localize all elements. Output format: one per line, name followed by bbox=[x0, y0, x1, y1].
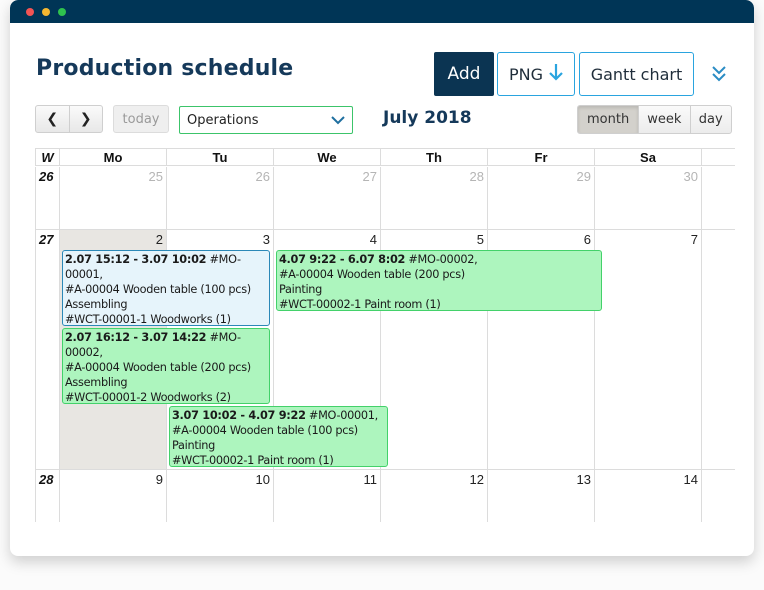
day-cell[interactable]: 13 bbox=[487, 470, 594, 522]
day-cell[interactable]: 28 bbox=[380, 167, 487, 229]
day-number[interactable]: 12 bbox=[470, 472, 484, 487]
event-order: #MO-00001, bbox=[308, 409, 378, 422]
day-number[interactable]: 14 bbox=[684, 472, 698, 487]
double-chevron-down-icon[interactable] bbox=[708, 62, 730, 84]
day-cell[interactable]: 25 bbox=[59, 167, 166, 229]
event-time: 2.07 15:12 - 3.07 10:02 bbox=[65, 253, 207, 266]
png-export-button[interactable]: PNG bbox=[497, 52, 575, 96]
week-column-header: W bbox=[35, 149, 59, 166]
view-day-button[interactable]: day bbox=[689, 106, 731, 133]
minimize-window-icon[interactable] bbox=[42, 8, 50, 16]
view-switcher: month week day bbox=[577, 105, 732, 134]
event-time: 2.07 16:12 - 3.07 14:22 bbox=[65, 331, 207, 344]
day-header: Mo bbox=[59, 149, 166, 166]
select-value: Operations bbox=[187, 112, 259, 128]
app-window: Production schedule Add PNG Gantt chart … bbox=[10, 0, 754, 556]
schedule-type-select[interactable]: Operations bbox=[179, 106, 353, 134]
day-cell[interactable]: 9 bbox=[59, 470, 166, 522]
png-label: PNG bbox=[508, 64, 543, 84]
event-article: #A-00004 Wooden table (200 pcs) bbox=[279, 268, 465, 281]
day-cell[interactable]: 29 bbox=[487, 167, 594, 229]
current-month-title: July 2018 bbox=[383, 108, 472, 128]
day-cell[interactable] bbox=[701, 230, 735, 469]
download-arrow-icon bbox=[549, 62, 563, 86]
week-number: 28 bbox=[35, 470, 59, 522]
event-workcenter: #WCT-00001-2 Woodworks (2) bbox=[65, 391, 231, 404]
event-article: #A-00004 Wooden table (100 pcs) bbox=[172, 424, 358, 437]
event-workcenter: #WCT-00002-1 Paint room (1) bbox=[172, 454, 334, 467]
day-cell[interactable]: 27 bbox=[273, 167, 380, 229]
calendar-header-row: W Mo Tu We Th Fr Sa bbox=[35, 148, 735, 166]
event-operation: Painting bbox=[279, 283, 323, 296]
event-article: #A-00004 Wooden table (100 pcs) bbox=[65, 283, 251, 296]
day-cell[interactable]: 26 bbox=[166, 167, 273, 229]
day-header: Th bbox=[380, 149, 487, 166]
week-row: 28 9 10 11 12 13 14 bbox=[35, 470, 735, 522]
today-button[interactable]: today bbox=[113, 105, 169, 133]
event-operation: Assembling bbox=[65, 298, 128, 311]
calendar-event[interactable]: 2.07 15:12 - 3.07 10:02 #MO-00001, #A-00… bbox=[62, 250, 270, 326]
day-number[interactable]: 6 bbox=[584, 232, 591, 247]
week-row: 26 25 26 27 28 29 30 bbox=[35, 167, 735, 230]
day-number[interactable]: 27 bbox=[363, 169, 377, 184]
prev-next-group: ❮ ❯ bbox=[35, 105, 103, 133]
day-header: Sa bbox=[594, 149, 701, 166]
next-button[interactable]: ❯ bbox=[68, 106, 103, 132]
day-number[interactable]: 3 bbox=[263, 232, 270, 247]
event-article: #A-00004 Wooden table (200 pcs) bbox=[65, 361, 251, 374]
view-week-button[interactable]: week bbox=[638, 106, 689, 133]
day-number[interactable]: 10 bbox=[256, 472, 270, 487]
day-number[interactable]: 2 bbox=[156, 232, 163, 247]
event-order: #MO-00002, bbox=[408, 253, 478, 266]
day-number[interactable]: 13 bbox=[577, 472, 591, 487]
day-cell[interactable]: 12 bbox=[380, 470, 487, 522]
day-number[interactable]: 26 bbox=[256, 169, 270, 184]
prev-button[interactable]: ❮ bbox=[36, 106, 69, 132]
day-cell[interactable]: 11 bbox=[273, 470, 380, 522]
day-number[interactable]: 25 bbox=[149, 169, 163, 184]
day-cell[interactable] bbox=[701, 167, 735, 229]
day-number[interactable]: 30 bbox=[684, 169, 698, 184]
gantt-chart-button[interactable]: Gantt chart bbox=[579, 52, 694, 96]
event-workcenter: #WCT-00001-1 Woodworks (1) bbox=[65, 313, 231, 326]
view-month-button[interactable]: month bbox=[578, 106, 639, 133]
week-number: 26 bbox=[35, 167, 59, 229]
day-number[interactable]: 11 bbox=[364, 472, 378, 487]
event-workcenter: #WCT-00002-1 Paint room (1) bbox=[279, 298, 441, 311]
day-header bbox=[701, 149, 735, 166]
event-operation: Painting bbox=[172, 439, 216, 452]
day-number[interactable]: 4 bbox=[370, 232, 377, 247]
day-number[interactable]: 5 bbox=[477, 232, 484, 247]
day-header: We bbox=[273, 149, 380, 166]
event-operation: Assembling bbox=[65, 376, 128, 389]
day-cell[interactable]: 10 bbox=[166, 470, 273, 522]
event-time: 3.07 10:02 - 4.07 9:22 bbox=[172, 409, 306, 422]
day-cell[interactable] bbox=[701, 470, 735, 522]
page-title: Production schedule bbox=[36, 56, 294, 81]
maximize-window-icon[interactable] bbox=[58, 8, 66, 16]
calendar-event[interactable]: 2.07 16:12 - 3.07 14:22 #MO-00002, #A-00… bbox=[62, 328, 270, 404]
week-number: 27 bbox=[35, 230, 59, 469]
calendar-event[interactable]: 3.07 10:02 - 4.07 9:22 #MO-00001, #A-000… bbox=[169, 406, 388, 467]
close-window-icon[interactable] bbox=[26, 8, 34, 16]
day-number[interactable]: 28 bbox=[470, 169, 484, 184]
event-time: 4.07 9:22 - 6.07 8:02 bbox=[279, 253, 406, 266]
calendar-event[interactable]: 4.07 9:22 - 6.07 8:02 #MO-00002, #A-0000… bbox=[276, 250, 602, 311]
day-header: Fr bbox=[487, 149, 594, 166]
chevron-down-icon bbox=[330, 114, 346, 130]
add-button[interactable]: Add bbox=[434, 52, 494, 96]
day-cell[interactable]: 7 bbox=[594, 230, 701, 469]
day-cell[interactable]: 30 bbox=[594, 167, 701, 229]
day-number[interactable]: 7 bbox=[691, 232, 698, 247]
month-calendar: W Mo Tu We Th Fr Sa 26 25 26 27 28 29 30 27 2 3 4 5… bbox=[35, 148, 735, 522]
day-number[interactable]: 9 bbox=[156, 472, 163, 487]
day-cell[interactable]: 14 bbox=[594, 470, 701, 522]
day-number[interactable]: 29 bbox=[577, 169, 591, 184]
day-header: Tu bbox=[166, 149, 273, 166]
window-titlebar bbox=[10, 0, 754, 23]
